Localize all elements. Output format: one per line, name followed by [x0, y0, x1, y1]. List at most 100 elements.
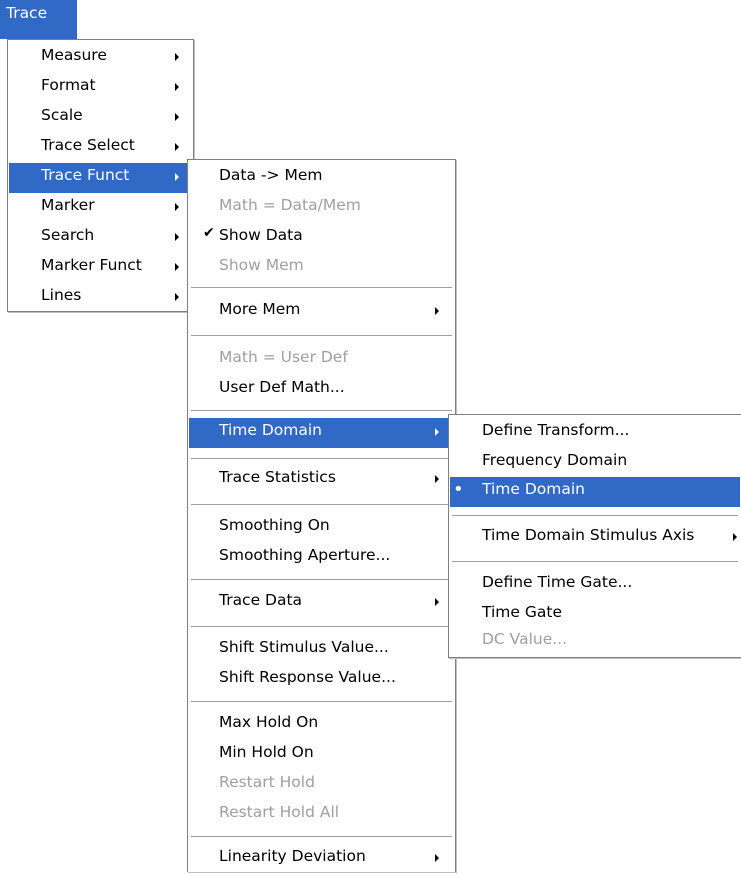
menu-item-label: Restart Hold All [219, 803, 340, 821]
submenu-arrow-icon [435, 598, 439, 606]
menu-item-label: Time Domain Stimulus Axis [482, 526, 695, 544]
menu-item-label: Search [41, 226, 95, 244]
submenu-arrow-icon [175, 173, 179, 181]
submenu-arrow-icon [435, 475, 439, 483]
menu-item-smoothing-aperture[interactable]: Smoothing Aperture... [189, 543, 454, 573]
submenu-arrow-icon [175, 203, 179, 211]
menu-item-label: Marker Funct [41, 256, 142, 274]
trace-menu: Measure Format Scale Trace Select Trace … [7, 39, 194, 312]
menu-item-label: Trace Select [41, 136, 135, 154]
menu-item-label: Define Time Gate... [482, 573, 633, 591]
submenu-arrow-icon [175, 233, 179, 241]
menu-item-lines[interactable]: Lines [9, 283, 192, 313]
submenu-arrow-icon [435, 854, 439, 862]
menu-item-scale[interactable]: Scale [9, 103, 192, 133]
menu-item-label: Data -> Mem [219, 166, 323, 184]
menu-item-define-time-gate[interactable]: Define Time Gate... [450, 570, 740, 600]
menu-separator [191, 579, 452, 581]
menu-item-smoothing-on[interactable]: Smoothing On [189, 513, 454, 543]
menu-separator [191, 836, 452, 838]
menu-separator [191, 335, 452, 337]
submenu-arrow-icon [435, 428, 439, 436]
menu-item-time-gate[interactable]: Time Gate [450, 600, 740, 630]
menu-item-label: Shift Response Value... [219, 668, 396, 686]
menu-item-label: Math = User Def [219, 348, 348, 366]
menu-item-label: Time Gate [482, 603, 562, 621]
menu-item-label: Math = Data/Mem [219, 196, 361, 214]
submenu-arrow-icon [435, 307, 439, 315]
menu-item-label: User Def Math... [219, 378, 345, 396]
menu-trace-label: Trace [6, 4, 48, 22]
menu-separator [191, 626, 452, 628]
menu-item-label: Linearity Deviation [219, 847, 366, 865]
menu-item-label: Time Domain [219, 421, 323, 439]
menu-item-label: Lines [41, 286, 82, 304]
menu-item-label: Shift Stimulus Value... [219, 638, 389, 656]
menu-item-data-to-mem[interactable]: Data -> Mem [189, 163, 454, 193]
submenu-arrow-icon [175, 293, 179, 301]
submenu-arrow-icon [175, 83, 179, 91]
menu-separator [191, 504, 452, 506]
menu-item-trace-data[interactable]: Trace Data [189, 588, 454, 618]
menu-item-label: Max Hold On [219, 713, 319, 731]
submenu-arrow-icon [175, 113, 179, 121]
checkmark-icon: ✔ [203, 225, 215, 241]
menu-item-label: Measure [41, 46, 107, 64]
menu-trace[interactable]: Trace [0, 0, 77, 39]
menu-item-min-hold-on[interactable]: Min Hold On [189, 740, 454, 770]
menu-item-restart-hold[interactable]: Restart Hold [189, 770, 454, 800]
menu-separator [452, 515, 738, 517]
menu-item-label: Frequency Domain [482, 451, 628, 469]
menu-item-shift-response-value[interactable]: Shift Response Value... [189, 665, 454, 695]
menu-item-search[interactable]: Search [9, 223, 192, 253]
menu-item-label: Marker [41, 196, 95, 214]
menu-item-label: Smoothing Aperture... [219, 546, 391, 564]
menu-item-time-domain-stimulus-axis[interactable]: Time Domain Stimulus Axis [450, 523, 740, 553]
menu-separator [452, 561, 738, 563]
menu-item-dc-value[interactable]: DC Value... [450, 627, 740, 657]
menu-item-time-domain[interactable]: Time Domain [189, 418, 454, 448]
menu-item-label: Show Mem [219, 256, 304, 274]
menu-item-max-hold-on[interactable]: Max Hold On [189, 710, 454, 740]
menu-item-marker-funct[interactable]: Marker Funct [9, 253, 192, 283]
menu-item-trace-funct[interactable]: Trace Funct [9, 163, 192, 193]
menu-item-measure[interactable]: Measure [9, 43, 192, 73]
menu-item-marker[interactable]: Marker [9, 193, 192, 223]
menu-item-math-user-def[interactable]: Math = User Def [189, 345, 454, 375]
menu-item-user-def-math[interactable]: User Def Math... [189, 375, 454, 405]
menu-item-label: Format [41, 76, 96, 94]
menu-item-frequency-domain[interactable]: Frequency Domain [450, 448, 740, 478]
menu-item-shift-stimulus-value[interactable]: Shift Stimulus Value... [189, 635, 454, 665]
menu-item-format[interactable]: Format [9, 73, 192, 103]
menu-separator [191, 701, 452, 703]
submenu-arrow-icon [175, 53, 179, 61]
menu-item-label: DC Value... [482, 630, 568, 648]
menu-item-restart-hold-all[interactable]: Restart Hold All [189, 800, 454, 830]
menu-item-trace-select[interactable]: Trace Select [9, 133, 192, 163]
menu-item-label: Define Transform... [482, 421, 630, 439]
menu-item-trace-statistics[interactable]: Trace Statistics [189, 465, 454, 495]
menu-separator [191, 458, 452, 460]
submenu-arrow-icon [733, 533, 737, 541]
menu-item-label: Min Hold On [219, 743, 314, 761]
menu-item-label: Show Data [219, 226, 303, 244]
menu-item-show-mem[interactable]: Show Mem [189, 253, 454, 283]
time-domain-menu: Define Transform... Frequency Domain • T… [448, 414, 741, 658]
menu-item-label: More Mem [219, 300, 301, 318]
menu-item-label: Scale [41, 106, 83, 124]
submenu-arrow-icon [175, 143, 179, 151]
menu-separator [191, 287, 452, 289]
menu-item-define-transform[interactable]: Define Transform... [450, 418, 740, 448]
menu-item-label: Trace Data [219, 591, 303, 609]
menu-item-label: Trace Statistics [219, 468, 336, 486]
menu-item-label: Time Domain [482, 480, 586, 498]
menu-item-linearity-deviation[interactable]: Linearity Deviation [189, 844, 454, 874]
menu-item-time-domain-option[interactable]: • Time Domain [450, 477, 740, 507]
menu-item-more-mem[interactable]: More Mem [189, 297, 454, 327]
menu-item-show-data[interactable]: ✔ Show Data [189, 223, 454, 253]
menu-item-label: Restart Hold [219, 773, 315, 791]
radio-bullet-icon: • [453, 479, 464, 500]
submenu-arrow-icon [175, 263, 179, 271]
menu-item-label: Smoothing On [219, 516, 330, 534]
menu-item-math-data-mem[interactable]: Math = Data/Mem [189, 193, 454, 223]
